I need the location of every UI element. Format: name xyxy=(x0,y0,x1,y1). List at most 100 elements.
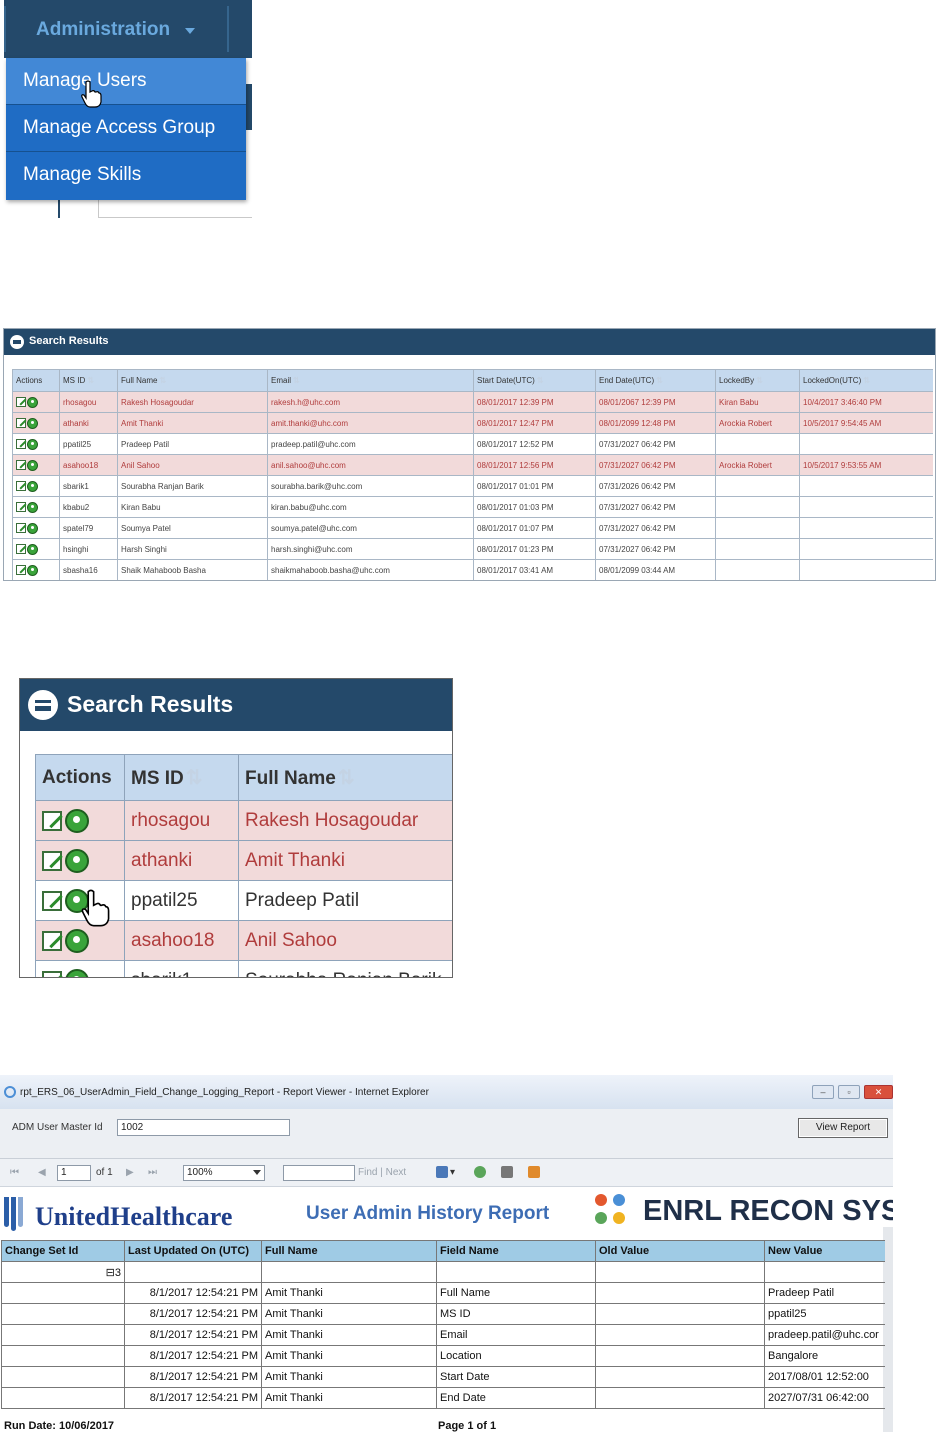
unlock-user-icon[interactable] xyxy=(27,480,38,492)
refresh-icon[interactable] xyxy=(474,1166,486,1178)
edit-icon[interactable] xyxy=(42,850,62,871)
unlock-user-icon[interactable] xyxy=(27,459,38,471)
table-row[interactable]: ppatil25 Pradeep Patil pradeep.patil@uhc.c… xyxy=(12,433,933,455)
table-row: 8/1/2017 12:54:21 PM Amit Thanki MS ID ppat… xyxy=(1,1303,885,1325)
locked-on-cell: 10/4/2017 3:46:40 PM xyxy=(799,391,933,413)
unlock-user-icon[interactable] xyxy=(65,808,89,833)
full-name-cell: Kiran Babu xyxy=(117,496,268,518)
unlock-user-icon[interactable] xyxy=(65,968,89,977)
administration-menu-toggle[interactable]: Administration xyxy=(36,19,170,41)
column-header-full-name[interactable]: Full Name ⇅ xyxy=(117,369,268,392)
history-report-table: Change Set Id Last Updated On (UTC) Full… xyxy=(1,1240,885,1409)
full-name-cell: Amit Thanki xyxy=(261,1387,437,1409)
change-set-cell xyxy=(1,1345,125,1367)
find-text-input[interactable] xyxy=(283,1165,355,1181)
unlock-user-icon[interactable] xyxy=(27,396,38,408)
table-row: 8/1/2017 12:54:21 PM Amit Thanki Start Dat… xyxy=(1,1366,885,1388)
column-header-end-date[interactable]: End Date(UTC) ⇅ xyxy=(595,369,716,392)
last-page-icon[interactable]: ⏭ xyxy=(148,1167,157,1178)
close-button[interactable]: ✕ xyxy=(864,1085,893,1099)
edit-icon[interactable] xyxy=(16,502,26,512)
caret-down-icon[interactable] xyxy=(185,28,195,34)
unlock-user-icon[interactable] xyxy=(65,848,89,873)
table-row[interactable]: asahoo18 Anil Sahoo anil.sahoo@uhc.com 08/0… xyxy=(12,454,933,476)
edit-icon[interactable] xyxy=(42,930,62,951)
adm-user-master-id-input[interactable]: 1002 xyxy=(117,1119,290,1136)
unlock-user-icon[interactable] xyxy=(27,543,38,555)
new-value-cell: 2027/07/31 06:42:00 xyxy=(764,1387,885,1409)
page-number-input[interactable]: 1 xyxy=(57,1165,91,1181)
table-row[interactable]: sbarik1 Sourabha Ranjan Barik sourabha.bar… xyxy=(12,475,933,497)
edit-icon[interactable] xyxy=(42,810,62,831)
column-header-email[interactable]: Email ⇅ xyxy=(267,369,474,392)
menu-item-manage-users[interactable]: Manage Users xyxy=(6,58,246,104)
table-row[interactable]: hsinghi Harsh Singhi harsh.singhi@uhc.com 0… xyxy=(12,538,933,560)
sort-icon[interactable]: ⇅ xyxy=(293,376,300,385)
table-row[interactable]: sbasha16 Shaik Mahaboob Basha shaikmahaboo… xyxy=(12,559,933,580)
edit-icon[interactable] xyxy=(16,418,26,428)
edit-icon[interactable] xyxy=(16,397,26,407)
next-page-icon[interactable]: ▶ xyxy=(126,1167,134,1178)
table-row[interactable]: rhosagou Rakesh Hosagoudar rakesh.h@uhc.co… xyxy=(12,391,933,413)
sort-icon[interactable]: ⇅ xyxy=(186,767,203,789)
table-row: 8/1/2017 12:54:21 PM Amit Thanki End Date 2… xyxy=(1,1387,885,1409)
export-dropdown-icon[interactable]: ▾ xyxy=(450,1167,455,1178)
zoom-select[interactable]: 100% xyxy=(183,1165,265,1181)
sort-icon[interactable]: ⇅ xyxy=(656,376,663,385)
ms-id-cell: asahoo18 xyxy=(59,454,118,476)
collapse-icon[interactable] xyxy=(28,690,58,720)
last-updated-cell: 8/1/2017 12:54:21 PM xyxy=(124,1345,262,1367)
unlock-user-icon[interactable] xyxy=(27,564,38,576)
edit-icon[interactable] xyxy=(16,481,26,491)
actions-cell xyxy=(35,840,125,881)
previous-page-icon[interactable]: ◀ xyxy=(38,1167,46,1178)
edit-icon[interactable] xyxy=(16,460,26,470)
minimize-button[interactable]: – xyxy=(812,1085,834,1099)
column-header-full-name[interactable]: Full Name ⇅ xyxy=(238,754,452,801)
unlock-user-icon[interactable] xyxy=(27,501,38,513)
first-page-icon[interactable]: ⏮ xyxy=(10,1167,19,1178)
table-row[interactable]: kbabu2 Kiran Babu kiran.babu@uhc.com 08/01/… xyxy=(12,496,933,518)
edit-icon[interactable] xyxy=(16,523,26,533)
column-header-ms-id[interactable]: MS ID ⇅ xyxy=(59,369,118,392)
table-row[interactable]: athanki Amit Thanki xyxy=(35,840,452,881)
column-header-start-date[interactable]: Start Date(UTC) ⇅ xyxy=(473,369,596,392)
column-header-new-value: New Value xyxy=(764,1240,885,1262)
view-report-button[interactable]: View Report xyxy=(798,1118,888,1138)
maximize-button[interactable]: ▫ xyxy=(838,1085,860,1099)
adm-user-master-id-label: ADM User Master Id xyxy=(12,1122,103,1133)
data-feed-icon[interactable] xyxy=(528,1166,540,1178)
unlock-user-icon[interactable] xyxy=(27,438,38,450)
table-row[interactable]: spatel79 Soumya Patel soumya.patel@uhc.com… xyxy=(12,517,933,539)
hand-cursor-icon xyxy=(81,889,110,927)
sort-icon[interactable]: ⇅ xyxy=(756,376,763,385)
sort-icon[interactable]: ⇅ xyxy=(863,376,870,385)
table-row[interactable]: rhosagou Rakesh Hosagoudar xyxy=(35,800,452,841)
edit-icon[interactable] xyxy=(42,970,62,977)
menu-item-manage-access-group[interactable]: Manage Access Group xyxy=(6,105,246,151)
collapse-icon[interactable] xyxy=(10,335,24,349)
find-next-links[interactable]: Find | Next xyxy=(358,1167,406,1178)
edit-icon[interactable] xyxy=(16,565,26,575)
table-row[interactable]: sbarik1Sourabha Ranjan Barik xyxy=(35,960,452,977)
column-header-locked-on[interactable]: LockedOn(UTC) ⇅ xyxy=(799,369,933,392)
table-row[interactable]: athanki Amit Thanki amit.thanki@uhc.com 08/… xyxy=(12,412,933,434)
edit-icon[interactable] xyxy=(16,439,26,449)
enrl-recon-logo-icon xyxy=(593,1192,629,1228)
column-header-locked-by[interactable]: LockedBy ⇅ xyxy=(715,369,800,392)
print-icon[interactable] xyxy=(501,1166,513,1178)
column-header-ms-id[interactable]: MS ID ⇅ xyxy=(124,754,239,801)
unlock-user-icon[interactable] xyxy=(27,522,38,534)
group-toggle[interactable]: ⊟3 xyxy=(1,1261,125,1283)
export-icon[interactable] xyxy=(436,1166,448,1178)
sort-icon[interactable]: ⇅ xyxy=(159,376,166,385)
search-results-header: Search Results xyxy=(20,679,452,731)
sort-icon[interactable]: ⇅ xyxy=(537,376,544,385)
edit-icon[interactable] xyxy=(42,890,62,911)
menu-item-manage-skills[interactable]: Manage Skills xyxy=(6,152,246,198)
sort-icon[interactable]: ⇅ xyxy=(338,767,355,789)
edit-icon[interactable] xyxy=(16,544,26,554)
sort-icon[interactable]: ⇅ xyxy=(87,376,94,385)
unlock-user-icon[interactable] xyxy=(65,928,89,953)
unlock-user-icon[interactable] xyxy=(27,417,38,429)
